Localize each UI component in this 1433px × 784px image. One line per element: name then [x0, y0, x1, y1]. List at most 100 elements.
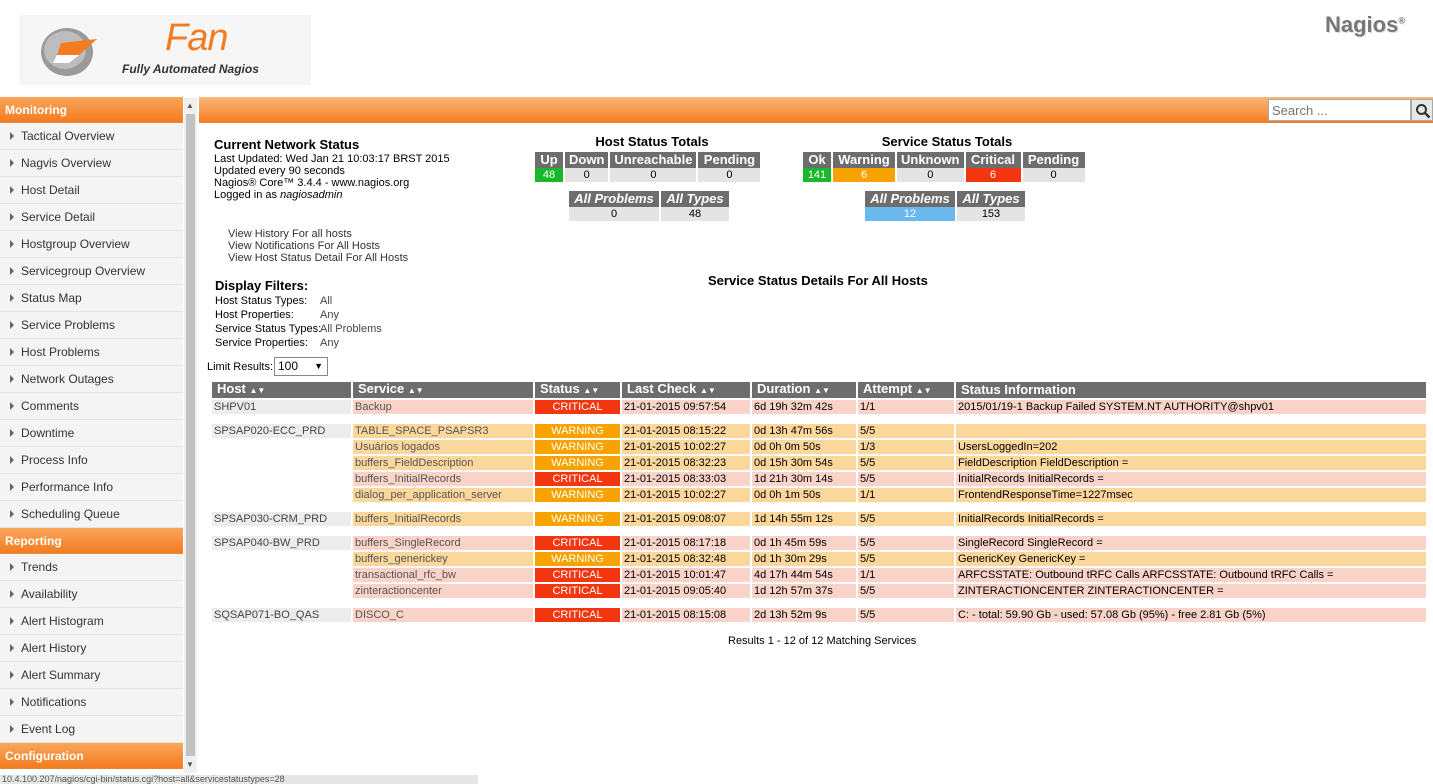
col-service-header[interactable]: Service ▲▼ [353, 382, 533, 398]
table-row: SHPV01 Backup CRITICAL 21-01-2015 09:57:54 6… [212, 400, 1426, 414]
host-pending-header[interactable]: Pending [698, 152, 761, 168]
svc-all-types-count[interactable]: 153 [957, 207, 1025, 221]
svc-unknown-count[interactable]: 0 [897, 168, 964, 182]
link-host-status-detail[interactable]: View Host Status Detail For All Hosts [228, 252, 408, 264]
sidebar-item-alert-histogram[interactable]: Alert Histogram [0, 608, 183, 635]
svc-critical-count[interactable]: 6 [965, 168, 1021, 182]
filter-service-properties-label: Service Properties: [215, 337, 308, 349]
svc-all-types-header[interactable]: All Types [957, 191, 1025, 207]
svc-all-problems-count[interactable]: 12 [865, 207, 955, 221]
sidebar-item-service-problems[interactable]: Service Problems [0, 312, 183, 339]
sidebar-item-host-detail[interactable]: Host Detail [0, 177, 183, 204]
col-duration-header[interactable]: Duration ▲▼ [752, 382, 856, 398]
sidebar-item-nagvis-overview[interactable]: Nagvis Overview [0, 150, 183, 177]
fan-logo[interactable]: Fan Fully Automated Nagios [19, 15, 311, 85]
host-all-types-header[interactable]: All Types [661, 191, 729, 207]
svc-all-problems-header[interactable]: All Problems [865, 191, 955, 207]
host-name[interactable]: SPSAP030-CRM_PRD [212, 512, 351, 526]
sidebar-item-hostgroup-overview[interactable]: Hostgroup Overview [0, 231, 183, 258]
sidebar-item-downtime[interactable]: Downtime [0, 420, 183, 447]
svc-unknown-header[interactable]: Unknown [897, 152, 964, 168]
service-name[interactable]: DISCO_C [353, 608, 533, 622]
sort-arrows-icon[interactable]: ▲▼ [583, 386, 599, 395]
svc-critical-header[interactable]: Critical [965, 152, 1021, 168]
host-summary-table: All Problems All Types 0 48 [567, 191, 731, 221]
sidebar-section-monitoring[interactable]: Monitoring [0, 97, 183, 123]
nagios-logo[interactable]: Nagios® [1325, 12, 1405, 38]
sidebar-item-network-outages[interactable]: Network Outages [0, 366, 183, 393]
sort-arrows-icon[interactable]: ▲▼ [700, 386, 716, 395]
svc-warning-count[interactable]: 6 [833, 168, 895, 182]
sidebar-item-availability[interactable]: Availability [0, 581, 183, 608]
svc-pending-count[interactable]: 0 [1022, 168, 1085, 182]
host-down-count[interactable]: 0 [565, 168, 609, 182]
service-name[interactable]: Usuários logados [353, 440, 533, 454]
svc-ok-count[interactable]: 141 [803, 168, 831, 182]
host-name[interactable]: SHPV01 [212, 400, 351, 414]
sidebar-item-scheduling-queue[interactable]: Scheduling Queue [0, 501, 183, 528]
filter-service-status-label: Service Status Types: [215, 323, 322, 335]
col-attempt-header[interactable]: Attempt ▲▼ [858, 382, 954, 398]
sidebar-item-status-map[interactable]: Status Map [0, 285, 183, 312]
service-name[interactable]: TABLE_SPACE_PSAPSR3 [353, 424, 533, 438]
link-history-all-hosts[interactable]: View History For all hosts [228, 228, 352, 240]
sidebar-section-reporting[interactable]: Reporting [0, 528, 183, 554]
svc-ok-header[interactable]: Ok [803, 152, 831, 168]
sidebar-item-tactical-overview[interactable]: Tactical Overview [0, 123, 183, 150]
sidebar-item-host-problems[interactable]: Host Problems [0, 339, 183, 366]
sidebar-item-trends[interactable]: Trends [0, 554, 183, 581]
host-up-header[interactable]: Up [535, 152, 563, 168]
host-up-count[interactable]: 48 [535, 168, 563, 182]
host-unreachable-count[interactable]: 0 [610, 168, 697, 182]
host-all-problems-count[interactable]: 0 [569, 207, 659, 221]
sort-arrows-icon[interactable]: ▲▼ [814, 386, 830, 395]
sidebar-item-process-info[interactable]: Process Info [0, 447, 183, 474]
service-name[interactable]: buffers_SingleRecord [353, 536, 533, 550]
sidebar-item-performance-info[interactable]: Performance Info [0, 474, 183, 501]
search-button[interactable] [1411, 99, 1433, 121]
status-info-cell: FieldDescription FieldDescription = [956, 456, 1426, 470]
sidebar-scrollbar[interactable]: ▲ ▼ [184, 98, 197, 773]
limit-results-select[interactable]: 100 ▼ [274, 357, 328, 376]
host-unreachable-header[interactable]: Unreachable [610, 152, 697, 168]
col-last-check-header[interactable]: Last Check ▲▼ [622, 382, 750, 398]
search-input[interactable] [1268, 99, 1411, 121]
host-name[interactable]: SQSAP071-BO_QAS [212, 608, 351, 622]
arrow-right-icon [10, 321, 14, 329]
svc-warning-header[interactable]: Warning [833, 152, 895, 168]
service-name[interactable]: zinteractioncenter [353, 584, 533, 598]
sort-arrows-icon[interactable]: ▲▼ [916, 386, 932, 395]
sidebar-item-service-detail[interactable]: Service Detail [0, 204, 183, 231]
sidebar-item-label: Service Problems [21, 318, 116, 332]
service-name[interactable]: dialog_per_application_server [353, 488, 533, 502]
service-name[interactable]: buffers_generickey [353, 552, 533, 566]
sidebar-item-comments[interactable]: Comments [0, 393, 183, 420]
col-status-header[interactable]: Status ▲▼ [535, 382, 620, 398]
svc-pending-header[interactable]: Pending [1022, 152, 1085, 168]
host-all-types-count[interactable]: 48 [661, 207, 729, 221]
service-name[interactable]: buffers_FieldDescription [353, 456, 533, 470]
service-name[interactable]: buffers_InitialRecords [353, 512, 533, 526]
col-host-header[interactable]: Host ▲▼ [212, 382, 351, 398]
sidebar-item-alert-history[interactable]: Alert History [0, 635, 183, 662]
sidebar-item-notifications[interactable]: Notifications [0, 689, 183, 716]
sidebar-item-servicegroup-overview[interactable]: Servicegroup Overview [0, 258, 183, 285]
service-name[interactable]: buffers_InitialRecords [353, 472, 533, 486]
host-name[interactable]: SPSAP020-ECC_PRD [212, 424, 351, 438]
scrollbar-thumb[interactable] [186, 114, 195, 756]
filter-host-status-label: Host Status Types: [215, 295, 308, 307]
scroll-up-icon[interactable]: ▲ [186, 101, 194, 110]
sort-arrows-icon[interactable]: ▲▼ [408, 386, 424, 395]
link-notifications-all-hosts[interactable]: View Notifications For All Hosts [228, 240, 380, 252]
host-name[interactable]: SPSAP040-BW_PRD [212, 536, 351, 550]
service-name[interactable]: transactional_rfc_bw [353, 568, 533, 582]
sidebar-section-configuration[interactable]: Configuration [0, 743, 183, 769]
scroll-down-icon[interactable]: ▼ [186, 760, 194, 769]
sort-arrows-icon[interactable]: ▲▼ [250, 386, 266, 395]
host-pending-count[interactable]: 0 [698, 168, 761, 182]
service-name[interactable]: Backup [353, 400, 533, 414]
host-down-header[interactable]: Down [565, 152, 609, 168]
sidebar-item-event-log[interactable]: Event Log [0, 716, 183, 743]
sidebar-item-alert-summary[interactable]: Alert Summary [0, 662, 183, 689]
host-all-problems-header[interactable]: All Problems [569, 191, 659, 207]
